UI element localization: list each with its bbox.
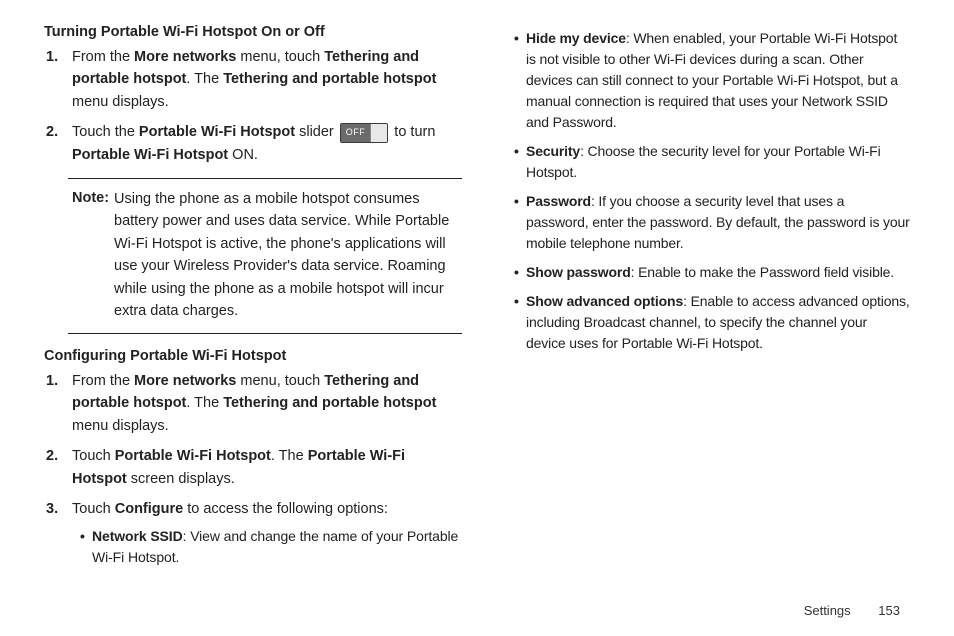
text: Touch [72, 448, 115, 464]
bold-text: More networks [134, 373, 236, 389]
bold-text: More networks [134, 49, 236, 65]
bold-text: Portable Wi-Fi Hotspot [139, 124, 295, 140]
bold-text: Password [526, 193, 591, 209]
footer-section: Settings [804, 603, 851, 618]
text: menu, touch [236, 49, 324, 65]
note-label: Note: [72, 190, 109, 206]
section1-step-1: From the More networks menu, touch Tethe… [66, 46, 462, 113]
text: Touch [72, 501, 115, 517]
section2-step-1: From the More networks menu, touch Tethe… [66, 370, 462, 437]
bold-text: Show advanced options [526, 293, 683, 309]
text: menu, touch [236, 373, 324, 389]
text: : Choose the security level for your Por… [526, 143, 881, 180]
left-column: Turning Portable Wi-Fi Hotspot On or Off… [44, 24, 462, 580]
right-column: Hide my device: When enabled, your Porta… [492, 24, 910, 580]
text: From the [72, 373, 134, 389]
section2-steps: From the More networks menu, touch Tethe… [44, 370, 462, 569]
bullet-hide-my-device: Hide my device: When enabled, your Porta… [514, 28, 910, 133]
slider-label: OFF [341, 123, 371, 143]
bullet-password: Password: If you choose a security level… [514, 191, 910, 254]
bold-text: Security [526, 143, 580, 159]
bold-text: Tethering and portable hotspot [223, 395, 436, 411]
bold-text: Network SSID [92, 528, 183, 544]
bullet-show-password: Show password: Enable to make the Passwo… [514, 262, 910, 283]
right-bullets: Hide my device: When enabled, your Porta… [492, 28, 910, 354]
section1-steps: From the More networks menu, touch Tethe… [44, 46, 462, 166]
slider-knob [370, 124, 387, 142]
bullet-security: Security: Choose the security level for … [514, 141, 910, 183]
bold-text: Show password [526, 264, 631, 280]
footer-page-number: 153 [878, 603, 900, 618]
page-footer: Settings 153 [804, 603, 900, 618]
section2-step-3: Touch Configure to access the following … [66, 498, 462, 568]
text: : Enable to make the Password field visi… [631, 264, 894, 280]
text: From the [72, 49, 134, 65]
text: . The [186, 395, 223, 411]
section2-step-2: Touch Portable Wi-Fi Hotspot. The Portab… [66, 445, 462, 490]
bold-text: Configure [115, 501, 183, 517]
bullet-network-ssid: Network SSID: View and change the name o… [80, 526, 462, 568]
bold-text: Portable Wi-Fi Hotspot [115, 448, 271, 464]
note-block: Note: Using the phone as a mobile hotspo… [68, 178, 462, 333]
text: menu displays. [72, 418, 169, 434]
text: screen displays. [127, 471, 235, 487]
text: . The [186, 71, 223, 87]
section2-heading: Configuring Portable Wi-Fi Hotspot [44, 348, 462, 364]
text: ON. [228, 147, 258, 163]
bold-text: Portable Wi-Fi Hotspot [72, 147, 228, 163]
text: . The [271, 448, 308, 464]
page-content: Turning Portable Wi-Fi Hotspot On or Off… [0, 0, 954, 590]
bold-text: Tethering and portable hotspot [223, 71, 436, 87]
text: to access the following options: [183, 501, 388, 517]
text: slider [295, 124, 338, 140]
note-body: Using the phone as a mobile hotspot cons… [72, 188, 456, 323]
section1-heading: Turning Portable Wi-Fi Hotspot On or Off [44, 24, 462, 40]
off-slider-icon: OFF [340, 123, 389, 143]
bold-text: Hide my device [526, 30, 626, 46]
text: menu displays. [72, 94, 169, 110]
text: Touch the [72, 124, 139, 140]
bullet-show-advanced-options: Show advanced options: Enable to access … [514, 291, 910, 354]
text: to turn [390, 124, 435, 140]
section1-step-2: Touch the Portable Wi-Fi Hotspot slider … [66, 121, 462, 166]
section2-step3-bullets: Network SSID: View and change the name o… [72, 526, 462, 568]
